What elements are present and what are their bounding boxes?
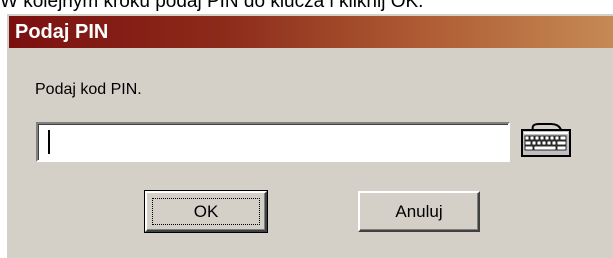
ok-button[interactable]: OK: [144, 190, 268, 233]
pin-input-field[interactable]: [36, 122, 510, 162]
dialog-title: Podaj PIN: [15, 21, 109, 43]
pin-dialog: Podaj PIN Podaj kod PIN. OK Anuluj: [6, 13, 613, 258]
text-caret: [48, 130, 50, 154]
instruction-text: W kolejnym kroku podaj PIN do klucza i k…: [0, 0, 424, 12]
keyboard-icon[interactable]: [521, 120, 573, 160]
pin-prompt-label: Podaj kod PIN.: [35, 81, 142, 98]
dialog-titlebar[interactable]: Podaj PIN: [9, 16, 613, 48]
cancel-button-label: Anuluj: [395, 202, 443, 221]
cancel-button[interactable]: Anuluj: [358, 191, 480, 232]
ok-button-label: OK: [193, 202, 219, 221]
keyboard-icon-graphic: [521, 123, 571, 157]
